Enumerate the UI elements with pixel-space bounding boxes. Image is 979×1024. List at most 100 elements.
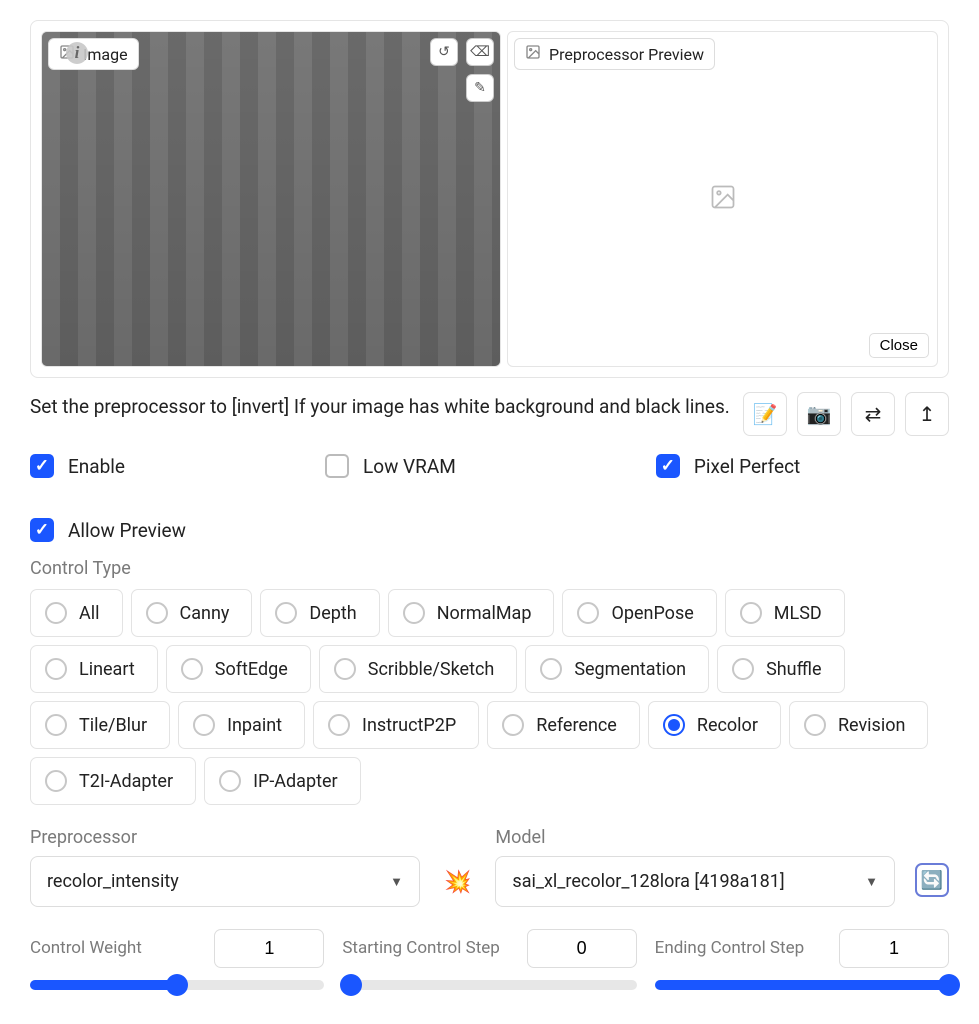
control-type-ip-adapter[interactable]: IP-Adapter [204, 757, 361, 805]
control-type-normalmap[interactable]: NormalMap [388, 589, 555, 637]
image-icon [525, 44, 541, 64]
control-weight-label: Control Weight [30, 938, 142, 958]
low-vram-option[interactable]: Low VRAM [325, 454, 456, 478]
input-image-label: Image [48, 38, 139, 70]
webcam-button[interactable]: 📷 [797, 392, 841, 436]
control-type-mlsd[interactable]: MLSD [725, 589, 845, 637]
radio-label: Recolor [697, 715, 758, 736]
pixel-perfect-option[interactable]: Pixel Perfect [656, 454, 800, 478]
new-canvas-button[interactable]: 📝 [743, 392, 787, 436]
radio-icon [193, 714, 215, 736]
radio-label: MLSD [774, 603, 822, 624]
control-type-all[interactable]: All [30, 589, 123, 637]
control-type-scribble-sketch[interactable]: Scribble/Sketch [319, 645, 518, 693]
run-preprocessor-button[interactable]: 💥 [440, 870, 475, 895]
radio-label: InstructP2P [362, 715, 456, 736]
control-weight-slider-group: Control Weight [30, 929, 324, 990]
model-label: Model [495, 827, 895, 848]
radio-label: Scribble/Sketch [368, 659, 495, 680]
preprocessor-value: recolor_intensity [47, 871, 179, 892]
radio-icon [663, 714, 685, 736]
control-type-tile-blur[interactable]: Tile/Blur [30, 701, 170, 749]
undo-icon[interactable]: ↺ [430, 38, 458, 66]
swap-button[interactable]: ⇄ [851, 392, 895, 436]
control-type-recolor[interactable]: Recolor [648, 701, 781, 749]
info-icon[interactable]: i [66, 42, 88, 64]
allow-preview-option[interactable]: Allow Preview [30, 518, 949, 542]
start-step-input[interactable] [527, 929, 637, 968]
brush-icon[interactable]: ✎ [466, 74, 494, 102]
control-type-instructp2p[interactable]: InstructP2P [313, 701, 479, 749]
radio-label: Shuffle [766, 659, 821, 680]
radio-icon [45, 714, 67, 736]
control-type-softedge[interactable]: SoftEdge [166, 645, 311, 693]
control-weight-input[interactable] [214, 929, 324, 968]
radio-label: All [79, 603, 100, 624]
allow-preview-checkbox[interactable] [30, 518, 54, 542]
enable-checkbox[interactable] [30, 454, 54, 478]
enable-option[interactable]: Enable [30, 454, 125, 478]
radio-label: NormalMap [437, 603, 532, 624]
radio-icon [275, 602, 297, 624]
radio-icon [502, 714, 524, 736]
radio-icon [740, 602, 762, 624]
control-type-canny[interactable]: Canny [131, 589, 253, 637]
radio-icon [328, 714, 350, 736]
preprocessor-label: Preprocessor [30, 827, 420, 848]
radio-label: Segmentation [574, 659, 686, 680]
radio-icon [540, 658, 562, 680]
slider-thumb[interactable] [938, 974, 960, 996]
radio-label: Lineart [79, 659, 135, 680]
radio-label: Tile/Blur [79, 715, 147, 736]
pixel-perfect-label: Pixel Perfect [694, 455, 800, 478]
preview-label: Preprocessor Preview [514, 38, 715, 70]
radio-icon [45, 602, 67, 624]
end-step-input[interactable] [839, 929, 949, 968]
image-placeholder-icon [709, 183, 737, 216]
radio-label: T2I-Adapter [79, 771, 173, 792]
start-step-slider-group: Starting Control Step [342, 929, 636, 990]
slider-thumb[interactable] [340, 974, 362, 996]
allow-preview-label: Allow Preview [68, 519, 186, 542]
radio-icon [219, 770, 241, 792]
preprocessor-dropdown[interactable]: recolor_intensity ▼ [30, 856, 420, 907]
options-checkboxes: Enable Low VRAM Pixel Perfect Allow Prev… [30, 454, 949, 542]
control-type-inpaint[interactable]: Inpaint [178, 701, 305, 749]
radio-icon [577, 602, 599, 624]
control-type-radios: All Canny Depth NormalMap OpenPose MLSD Linear… [30, 589, 949, 805]
control-weight-slider[interactable] [30, 980, 324, 990]
control-type-revision[interactable]: Revision [789, 701, 929, 749]
radio-label: Inpaint [227, 715, 282, 736]
control-type-segmentation[interactable]: Segmentation [525, 645, 709, 693]
start-step-label: Starting Control Step [342, 938, 500, 958]
low-vram-checkbox[interactable] [325, 454, 349, 478]
control-type-lineart[interactable]: Lineart [30, 645, 158, 693]
slider-thumb[interactable] [166, 974, 188, 996]
radio-icon [181, 658, 203, 680]
pixel-perfect-checkbox[interactable] [656, 454, 680, 478]
control-type-shuffle[interactable]: Shuffle [717, 645, 844, 693]
control-type-t2i-adapter[interactable]: T2I-Adapter [30, 757, 196, 805]
close-button[interactable]: Close [869, 333, 929, 358]
radio-label: Canny [180, 603, 230, 624]
preview-panel[interactable]: Preprocessor Preview Close [507, 31, 938, 367]
refresh-models-button[interactable]: 🔄 [915, 863, 949, 897]
enable-label: Enable [68, 455, 125, 478]
radio-label: SoftEdge [215, 659, 288, 680]
preprocessor-hint: Set the preprocessor to [invert] If your… [30, 392, 731, 421]
radio-label: Revision [838, 715, 906, 736]
end-step-slider[interactable] [655, 980, 949, 990]
input-image-panel[interactable]: Image i ↺ ⌫ ✎ [41, 31, 501, 367]
radio-icon [732, 658, 754, 680]
control-type-openpose[interactable]: OpenPose [562, 589, 716, 637]
start-step-slider[interactable] [342, 980, 636, 990]
radio-label: Reference [536, 715, 617, 736]
erase-icon[interactable]: ⌫ [466, 38, 494, 66]
chevron-down-icon: ▼ [865, 874, 878, 890]
control-type-reference[interactable]: Reference [487, 701, 640, 749]
radio-label: OpenPose [611, 603, 693, 624]
send-dimensions-button[interactable]: ↥ [905, 392, 949, 436]
model-value: sai_xl_recolor_128lora [4198a181] [512, 871, 784, 892]
model-dropdown[interactable]: sai_xl_recolor_128lora [4198a181] ▼ [495, 856, 895, 907]
control-type-depth[interactable]: Depth [260, 589, 379, 637]
